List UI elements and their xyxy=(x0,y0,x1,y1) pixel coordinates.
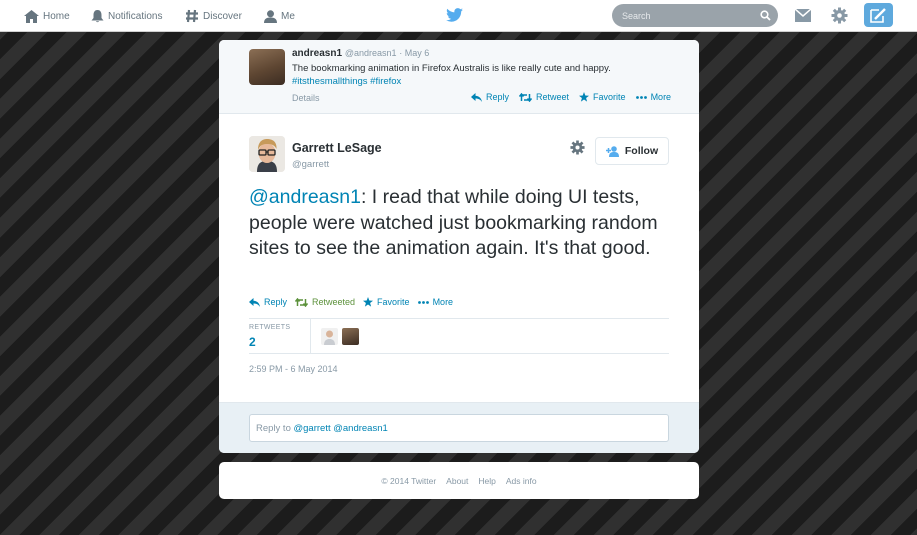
ancestor-tweet[interactable]: andreasn1 @andreasn1 · May 6 The bookmar… xyxy=(219,40,699,114)
follow-person-icon xyxy=(605,145,619,157)
reply-mentions: @garrett @andreasn1 xyxy=(293,423,388,434)
reply-input[interactable]: Reply to @garrett @andreasn1 xyxy=(249,414,669,442)
footer-ads-link[interactable]: Ads info xyxy=(506,476,537,486)
hashtag-link[interactable]: #itsthesmallthings xyxy=(292,76,368,87)
nav-discover-label: Discover xyxy=(203,10,242,22)
more-label: More xyxy=(432,297,454,307)
ancestor-tweet-actions: Reply Retweet Favorite More xyxy=(471,92,681,102)
more-button[interactable]: More xyxy=(417,297,454,307)
reply-area: Reply to @garrett @andreasn1 xyxy=(219,402,699,453)
tweet-body: The bookmarking animation in Firefox Aus… xyxy=(292,63,611,74)
retweets-count[interactable]: 2 xyxy=(249,335,256,349)
author-name[interactable]: Garrett LeSage xyxy=(292,141,382,155)
tweet-date[interactable]: · May 6 xyxy=(399,48,429,58)
retweet-label: Retweet xyxy=(536,92,570,102)
retweeter-portrait xyxy=(324,330,335,345)
nav-home-label: Home xyxy=(43,10,70,22)
nav-home[interactable]: Home xyxy=(24,0,70,32)
search-input[interactable] xyxy=(622,10,752,21)
compose-icon xyxy=(870,7,886,23)
details-link[interactable]: Details xyxy=(292,93,320,103)
hashtag-link[interactable]: #firefox xyxy=(370,76,401,87)
reply-prefix: Reply to xyxy=(256,423,294,434)
reply-icon xyxy=(249,297,260,307)
star-icon xyxy=(363,297,374,307)
avatar[interactable] xyxy=(249,49,285,85)
hashtag-icon xyxy=(186,9,198,23)
tweet-text: @andreasn1: I read that while doing UI t… xyxy=(249,185,669,262)
author-handle[interactable]: @andreasn1 xyxy=(345,48,397,58)
tweet-permalink-card: andreasn1 @andreasn1 · May 6 The bookmar… xyxy=(219,40,699,453)
retweets-label: RETWEETS xyxy=(249,324,291,331)
tweet-stats: RETWEETS 2 xyxy=(249,318,669,354)
stats-divider xyxy=(310,319,311,354)
footer-copyright: © 2014 Twitter xyxy=(381,475,437,486)
more-button[interactable]: More xyxy=(635,92,672,102)
retweeted-button[interactable]: Retweeted xyxy=(295,297,355,307)
more-dots-icon xyxy=(635,95,647,99)
compose-tweet-button[interactable] xyxy=(864,3,893,27)
person-icon xyxy=(264,9,277,23)
more-dots-icon xyxy=(417,300,429,304)
nav-discover[interactable]: Discover xyxy=(185,0,242,32)
search-bar xyxy=(612,4,778,27)
home-icon xyxy=(24,9,39,23)
follow-label: Follow xyxy=(624,145,659,157)
footer: © 2014 Twitter About Help Ads info xyxy=(219,462,699,499)
tweet-actions: Reply Retweeted Favorite More xyxy=(249,297,461,307)
reply-label: Reply xyxy=(264,297,288,307)
favorite-button[interactable]: Favorite xyxy=(579,92,626,102)
nav-notifications-label: Notifications xyxy=(108,10,163,22)
reply-button[interactable]: Reply xyxy=(249,297,287,307)
twitter-bird-icon[interactable] xyxy=(446,8,463,22)
retweeter-avatar[interactable] xyxy=(342,328,359,345)
star-icon xyxy=(579,92,590,102)
favorite-label: Favorite xyxy=(593,92,626,102)
top-bar: Home Notifications Discover Me xyxy=(0,0,917,32)
nav-me-label: Me xyxy=(281,10,295,22)
footer-about-link[interactable]: About xyxy=(446,476,468,486)
tweet-timestamp: 2:59 PM - 6 May 2014 xyxy=(249,364,338,374)
reply-button[interactable]: Reply xyxy=(471,92,509,102)
reply-icon xyxy=(471,92,482,102)
ancestor-tweet-header: andreasn1 @andreasn1 · May 6 xyxy=(292,48,429,59)
bell-icon xyxy=(91,9,104,22)
retweeter-avatar[interactable] xyxy=(321,328,338,345)
retweet-button[interactable]: Retweet xyxy=(519,92,569,102)
retweet-icon xyxy=(295,297,309,307)
retweet-icon xyxy=(519,92,533,102)
search-icon[interactable] xyxy=(760,10,771,21)
avatar[interactable] xyxy=(249,136,285,172)
favorite-label: Favorite xyxy=(377,297,410,307)
retweeted-label: Retweeted xyxy=(312,297,356,307)
nav-notifications[interactable]: Notifications xyxy=(91,0,162,32)
avatar-portrait xyxy=(249,136,285,172)
reply-label: Reply xyxy=(486,92,510,102)
envelope-icon[interactable] xyxy=(795,9,811,22)
footer-help-link[interactable]: Help xyxy=(478,476,495,486)
follow-button[interactable]: Follow xyxy=(595,137,669,165)
more-label: More xyxy=(650,92,672,102)
gear-icon[interactable] xyxy=(831,7,848,24)
author-name[interactable]: andreasn1 xyxy=(292,48,342,59)
favorite-button[interactable]: Favorite xyxy=(363,297,410,307)
ancestor-tweet-text: The bookmarking animation in Firefox Aus… xyxy=(292,62,682,88)
nav-me[interactable]: Me xyxy=(264,0,295,32)
mention-link[interactable]: @andreasn1 xyxy=(249,186,361,208)
gear-icon[interactable] xyxy=(570,140,585,155)
author-handle[interactable]: @garrett xyxy=(292,159,329,170)
